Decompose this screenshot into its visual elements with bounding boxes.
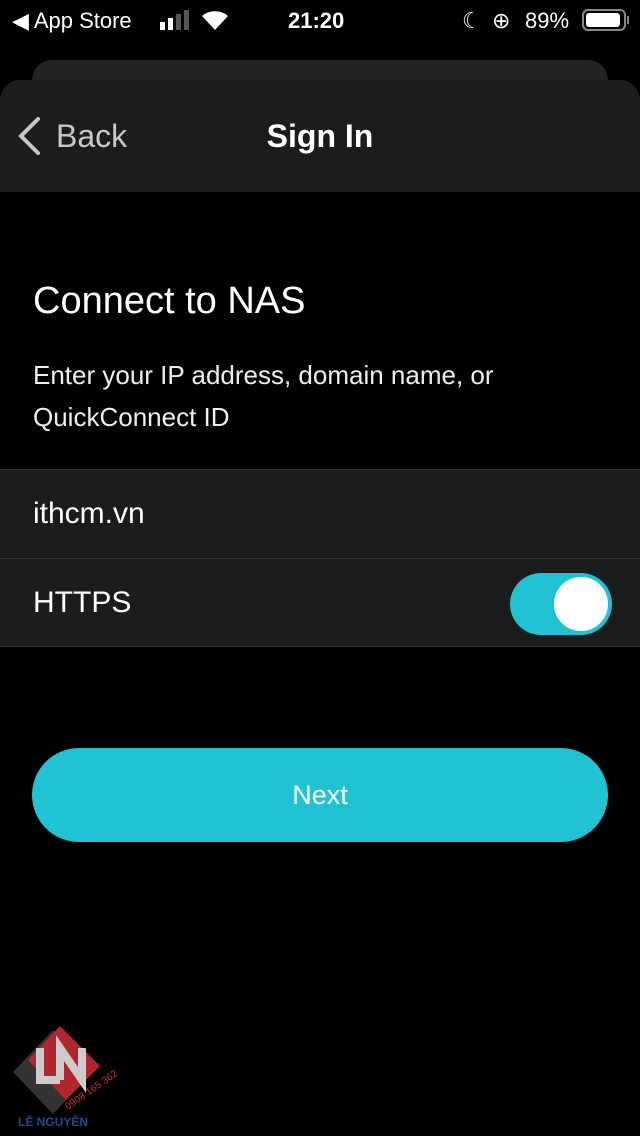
status-bar: ◀ App Store 21:20 ☾ ⊕ 89% [0, 0, 640, 40]
page-title: Sign In [266, 118, 374, 154]
rotation-lock-icon: ⊕ [492, 8, 511, 33]
https-toggle[interactable] [510, 573, 612, 635]
description: Enter your IP address, domain name, or Q… [33, 360, 494, 432]
wifi-icon [202, 11, 228, 31]
heading: Connect to NAS [33, 280, 306, 322]
battery-icon [582, 9, 629, 31]
next-button[interactable]: Next [32, 748, 608, 842]
back-to-app[interactable]: ◀ App Store [12, 8, 132, 34]
moon-icon: ☾ [462, 8, 482, 33]
navigation-bar: Back Sign In [0, 80, 640, 192]
address-input[interactable]: ithcm.vn [0, 469, 640, 558]
https-row: HTTPS [0, 558, 640, 647]
signal-icon [160, 10, 189, 30]
toggle-knob [554, 577, 608, 631]
watermark-logo: 0908 165 362 LÊ NGUYÊN [13, 1026, 118, 1129]
svg-text:LÊ NGUYÊN: LÊ NGUYÊN [18, 1114, 88, 1129]
